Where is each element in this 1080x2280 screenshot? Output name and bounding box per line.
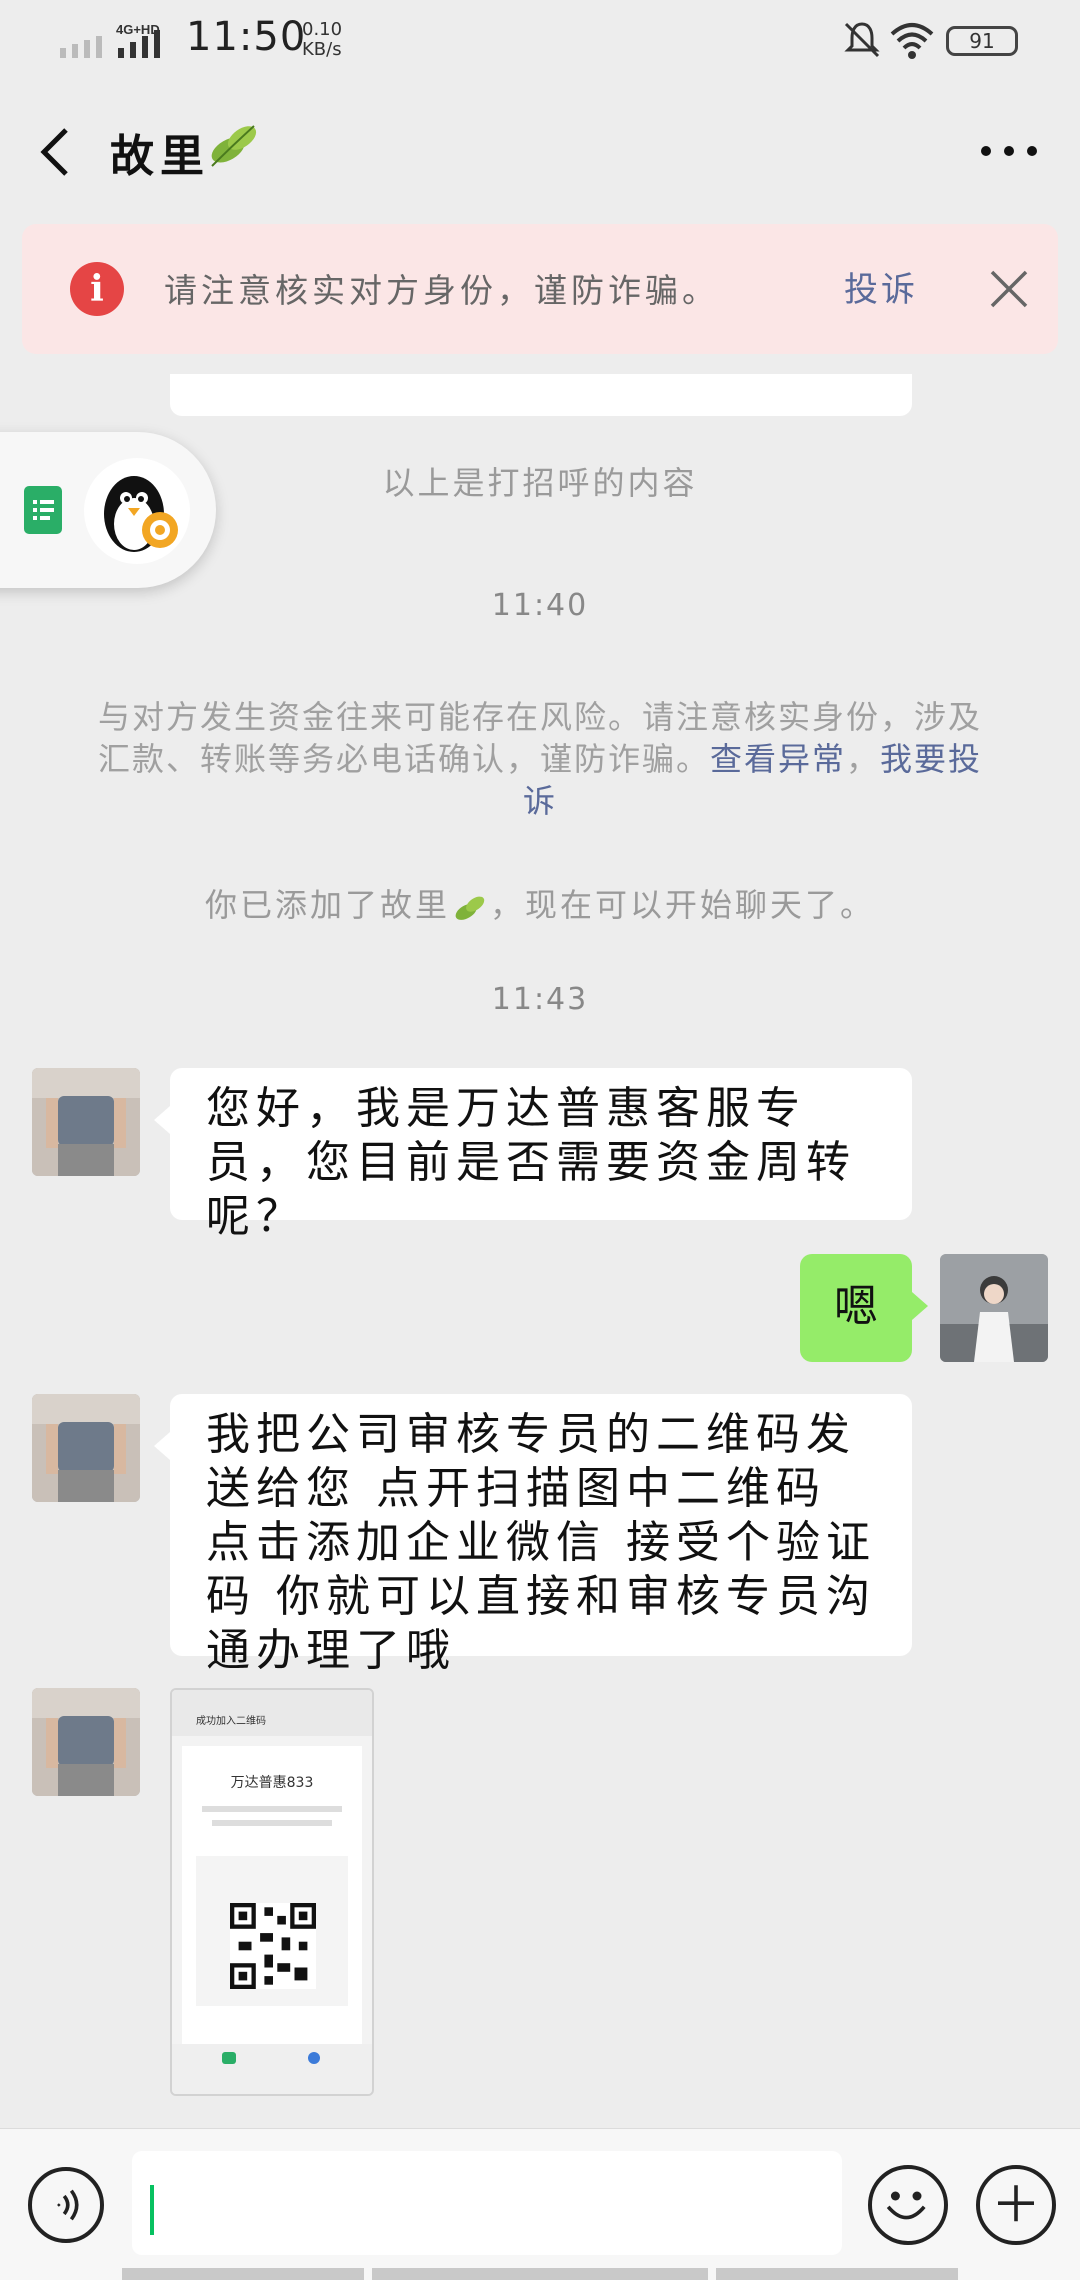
mute-icon <box>844 22 880 58</box>
risk-notice: 与对方发生资金往来可能存在风险。请注意核实身份，涉及汇款、转账等务必电话确认，谨… <box>97 698 983 820</box>
chat-header: 故里 <box>0 80 1080 220</box>
friend-added-notice: 你已添加了故里 ，现在可以开始聊天了。 <box>204 886 876 926</box>
timestamp: 11:40 <box>491 588 589 623</box>
report-link[interactable]: 投诉 <box>844 262 918 311</box>
qr-card: 万达普惠833 <box>182 1746 362 2046</box>
nav-segment <box>372 2268 708 2280</box>
greeting-divider: 以上是打招呼的内容 <box>382 464 698 502</box>
previous-message-fragment <box>170 374 912 416</box>
close-icon[interactable] <box>984 264 1034 314</box>
chat-title: 故里 <box>110 131 210 182</box>
message-input[interactable] <box>132 2151 842 2255</box>
message-bubble[interactable]: 我把公司审核专员的二维码发送给您 点开扫描图中二维码 点击添加企业微信 接受个验… <box>154 1394 912 1676</box>
clock: 11:50 <box>186 14 307 60</box>
message-bubble-self[interactable]: 嗯 <box>800 1254 928 1362</box>
timestamp: 11:43 <box>491 982 589 1017</box>
wifi-icon <box>890 23 934 59</box>
qr-code-icon <box>230 1903 316 1989</box>
emoji-icon[interactable] <box>868 2165 948 2245</box>
network-type: 4G+HD <box>116 22 160 37</box>
leaf-icon <box>211 125 257 167</box>
text-cursor <box>150 2185 154 2235</box>
voice-icon[interactable] <box>28 2167 104 2243</box>
contact-avatar[interactable] <box>32 1394 140 1502</box>
self-avatar[interactable] <box>940 1254 1048 1362</box>
contact-avatar[interactable] <box>32 1068 140 1176</box>
banner-text: 请注意核实对方身份，谨防诈骗。 <box>164 271 719 310</box>
battery-indicator: 91 <box>946 26 1018 56</box>
nav-segment <box>122 2268 364 2280</box>
net-speed: 0.10 KB/s <box>302 19 343 60</box>
image-message[interactable]: 成功加入二维码 万达普惠833 <box>170 1688 374 2096</box>
message-bubble[interactable]: 您好，我是万达普惠客服专员，您目前是否需要资金周转呢？ <box>154 1068 912 1242</box>
more-icon[interactable] <box>974 136 1044 166</box>
view-anomaly-link[interactable]: 查看异常 <box>710 740 846 778</box>
leaf-icon <box>450 890 490 926</box>
nav-segment <box>716 2268 958 2280</box>
floating-widget[interactable] <box>0 432 216 588</box>
signal-icon: 4G+HD <box>60 22 160 58</box>
input-bar <box>0 2128 1080 2280</box>
plus-icon[interactable] <box>976 2165 1056 2245</box>
status-bar: 4G+HD 11:50 0.10 KB/s 91 <box>0 0 1080 80</box>
contact-avatar[interactable] <box>32 1688 140 1796</box>
info-icon: i <box>70 262 124 316</box>
back-arrow-icon[interactable] <box>36 122 76 182</box>
image-footer <box>172 2044 372 2094</box>
fraud-warning-banner: i 请注意核实对方身份，谨防诈骗。 投诉 <box>22 224 1058 354</box>
nav-bar <box>0 2268 1080 2280</box>
image-header: 成功加入二维码 <box>172 1690 372 1736</box>
